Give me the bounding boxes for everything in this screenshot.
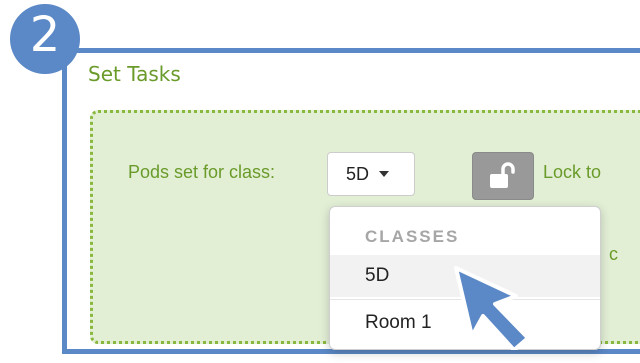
step-number: 2 — [29, 7, 61, 63]
partial-text: c — [609, 244, 618, 264]
step-number-badge: 2 — [10, 4, 80, 74]
pods-set-for-class-label: Pods set for class: — [128, 162, 276, 182]
lock-to-label: Lock to — [543, 162, 602, 182]
cursor-arrow-icon — [454, 266, 530, 350]
class-select-dropdown[interactable]: 5D — [327, 152, 415, 196]
dropdown-header-classes: CLASSES — [365, 227, 460, 246]
section-title: Set Tasks — [88, 62, 181, 86]
unlock-icon — [490, 162, 515, 188]
chevron-down-icon — [379, 171, 390, 177]
class-select-value: 5D — [346, 163, 370, 184]
lock-button[interactable] — [472, 152, 534, 200]
